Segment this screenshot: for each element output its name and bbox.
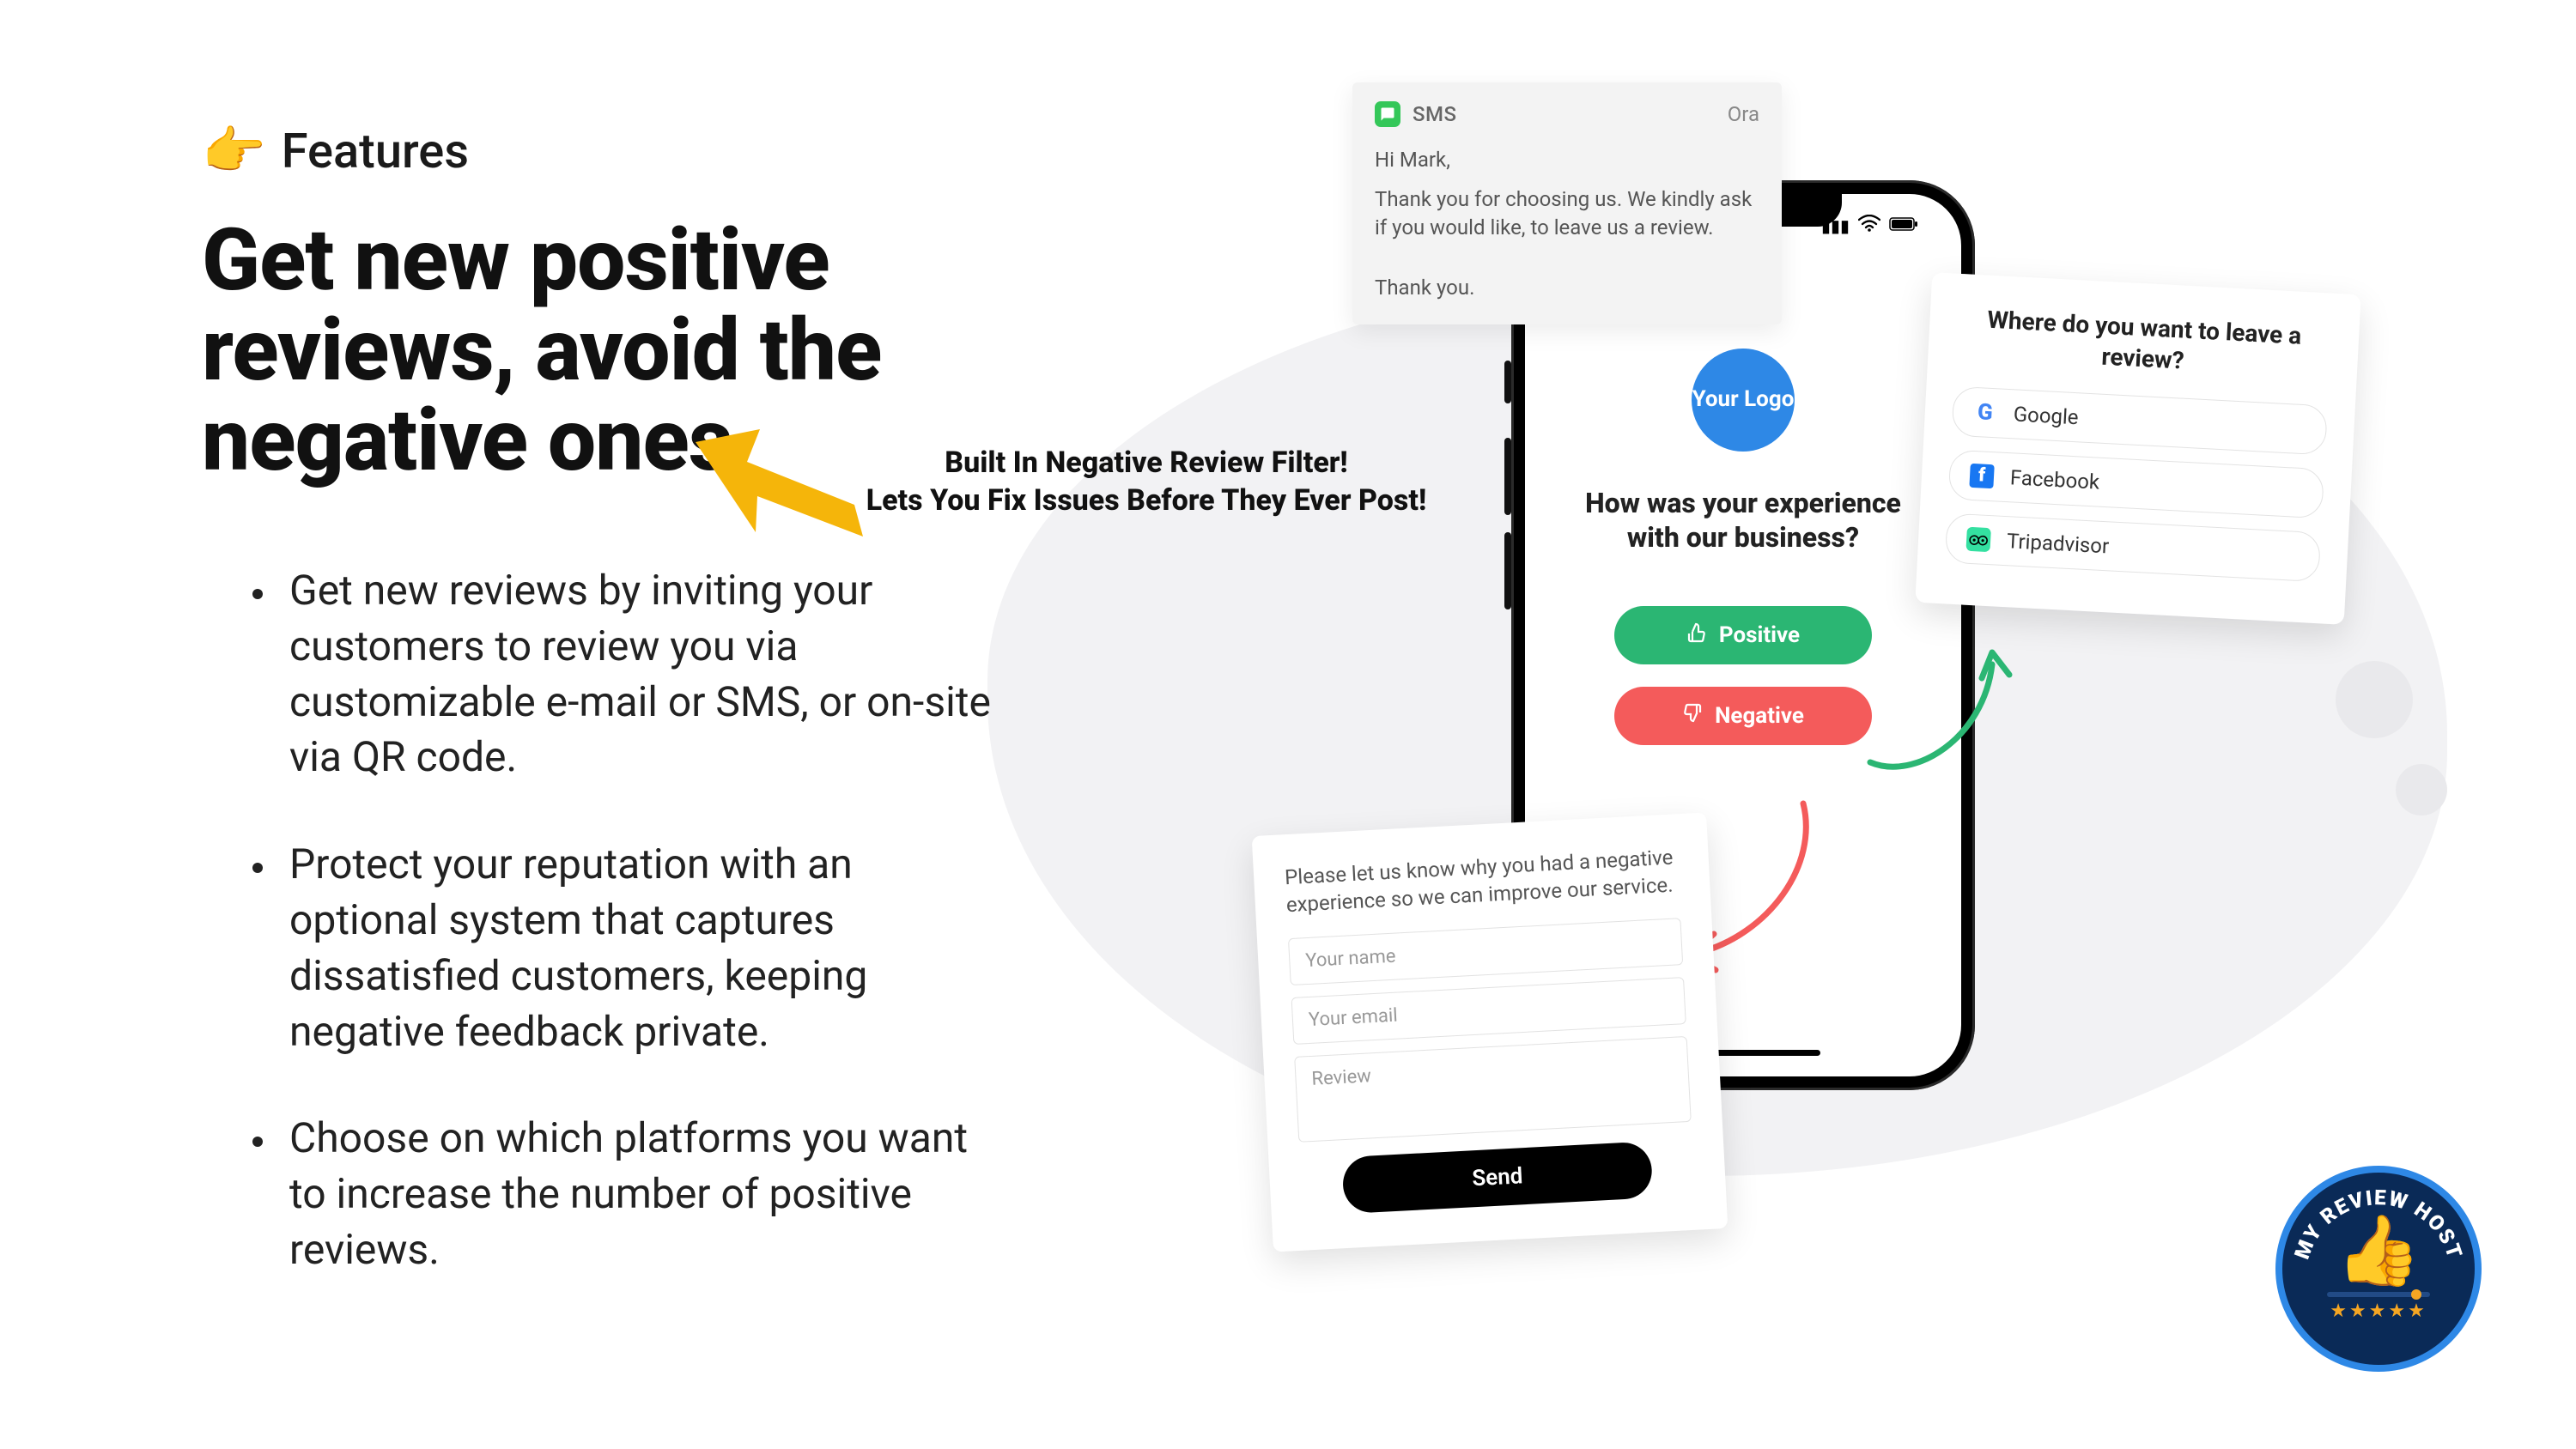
feature-bullet: Choose on which platforms you want to in…	[279, 1111, 992, 1277]
google-icon: G	[1971, 399, 1999, 427]
experience-question: How was your experience with our busines…	[1525, 486, 1961, 555]
positive-label: Positive	[1719, 622, 1800, 648]
facebook-icon: f	[1968, 463, 1996, 490]
name-input[interactable]: Your name	[1288, 918, 1683, 985]
sms-timestamp: Ora	[1728, 102, 1759, 126]
send-label: Send	[1472, 1163, 1524, 1191]
tripadvisor-icon	[1965, 525, 1992, 553]
phone-side-button	[1504, 438, 1511, 515]
logo-text: Your Logo	[1692, 387, 1795, 413]
brand-badge: MY REVIEW HOST 👍 ★★★★★	[2275, 1166, 2482, 1372]
review-placeholder: Review	[1311, 1065, 1372, 1090]
feature-bullet: Get new reviews by inviting your custome…	[279, 563, 992, 785]
sms-notification-card: SMS Ora Hi Mark, Thank you for choosing …	[1352, 82, 1782, 324]
background-dot	[2336, 661, 2413, 738]
phone-side-button	[1504, 361, 1511, 403]
callout-arrow	[687, 421, 867, 570]
badge-ring-text: MY REVIEW HOST	[2282, 1173, 2475, 1365]
negative-feedback-card: Please let us know why you had a negativ…	[1252, 812, 1728, 1252]
features-label: Features	[282, 123, 469, 179]
sms-signoff: Thank you.	[1375, 274, 1759, 301]
badge-slider-icon	[2327, 1292, 2430, 1297]
svg-text:MY REVIEW HOST: MY REVIEW HOST	[2289, 1185, 2468, 1263]
sms-message: Thank you for choosing us. We kindly ask…	[1375, 185, 1759, 241]
sms-app-name: SMS	[1413, 102, 1457, 126]
review-site-card: Where do you want to leave a review? G G…	[1915, 272, 2360, 624]
positive-button[interactable]: Positive	[1614, 606, 1872, 664]
features-heading: 👉 Features	[202, 120, 1060, 181]
review-site-option-facebook[interactable]: f Facebook	[1948, 449, 2324, 518]
review-site-option-google[interactable]: G Google	[1951, 385, 2327, 455]
review-site-label: Tripadvisor	[2006, 529, 2109, 558]
negative-button[interactable]: Negative	[1614, 687, 1872, 745]
review-site-option-tripadvisor[interactable]: Tripadvisor	[1945, 512, 2321, 582]
review-site-label: Google	[2013, 402, 2079, 429]
sms-header: SMS Ora	[1375, 101, 1759, 127]
feature-bullet: Protect your reputation with an optional…	[279, 837, 992, 1059]
sms-app-icon	[1375, 101, 1400, 127]
callout-caption-line: Lets You Fix Issues Before They Ever Pos…	[846, 482, 1447, 519]
review-site-label: Facebook	[2009, 465, 2100, 494]
thumbs-down-icon	[1682, 703, 1703, 730]
email-placeholder: Your email	[1308, 1004, 1398, 1030]
negative-label: Negative	[1715, 703, 1804, 729]
wifi-icon	[1858, 215, 1880, 236]
signal-icon: ▮▮▮	[1821, 215, 1850, 236]
pointing-finger-icon: 👉	[202, 120, 266, 181]
arrow-icon	[687, 421, 867, 567]
sms-body: Hi Mark, Thank you for choosing us. We k…	[1375, 146, 1759, 302]
positive-flow-arrow-icon	[1855, 635, 2026, 798]
feature-bullet-list: Get new reviews by inviting your custome…	[279, 563, 992, 1278]
email-input[interactable]: Your email	[1291, 977, 1686, 1045]
sms-greeting: Hi Mark,	[1375, 146, 1759, 173]
phone-status-icons: ▮▮▮	[1821, 215, 1918, 236]
callout-caption: Built In Negative Review Filter! Lets Yo…	[846, 444, 1447, 519]
phone-side-button	[1504, 532, 1511, 609]
callout-caption-line: Built In Negative Review Filter!	[846, 444, 1447, 482]
left-text-column: 👉 Features Get new positive reviews, avo…	[202, 120, 1060, 1330]
negative-feedback-title: Please let us know why you had a negativ…	[1284, 843, 1680, 919]
background-dot	[2396, 764, 2447, 815]
battery-icon	[1889, 215, 1918, 236]
name-placeholder: Your name	[1305, 945, 1396, 971]
send-button[interactable]: Send	[1341, 1141, 1653, 1214]
review-site-title: Where do you want to leave a review?	[1955, 303, 2332, 385]
review-textarea[interactable]: Review	[1294, 1036, 1692, 1143]
thumbs-up-icon	[1686, 622, 1707, 649]
business-logo-placeholder: Your Logo	[1692, 349, 1795, 452]
